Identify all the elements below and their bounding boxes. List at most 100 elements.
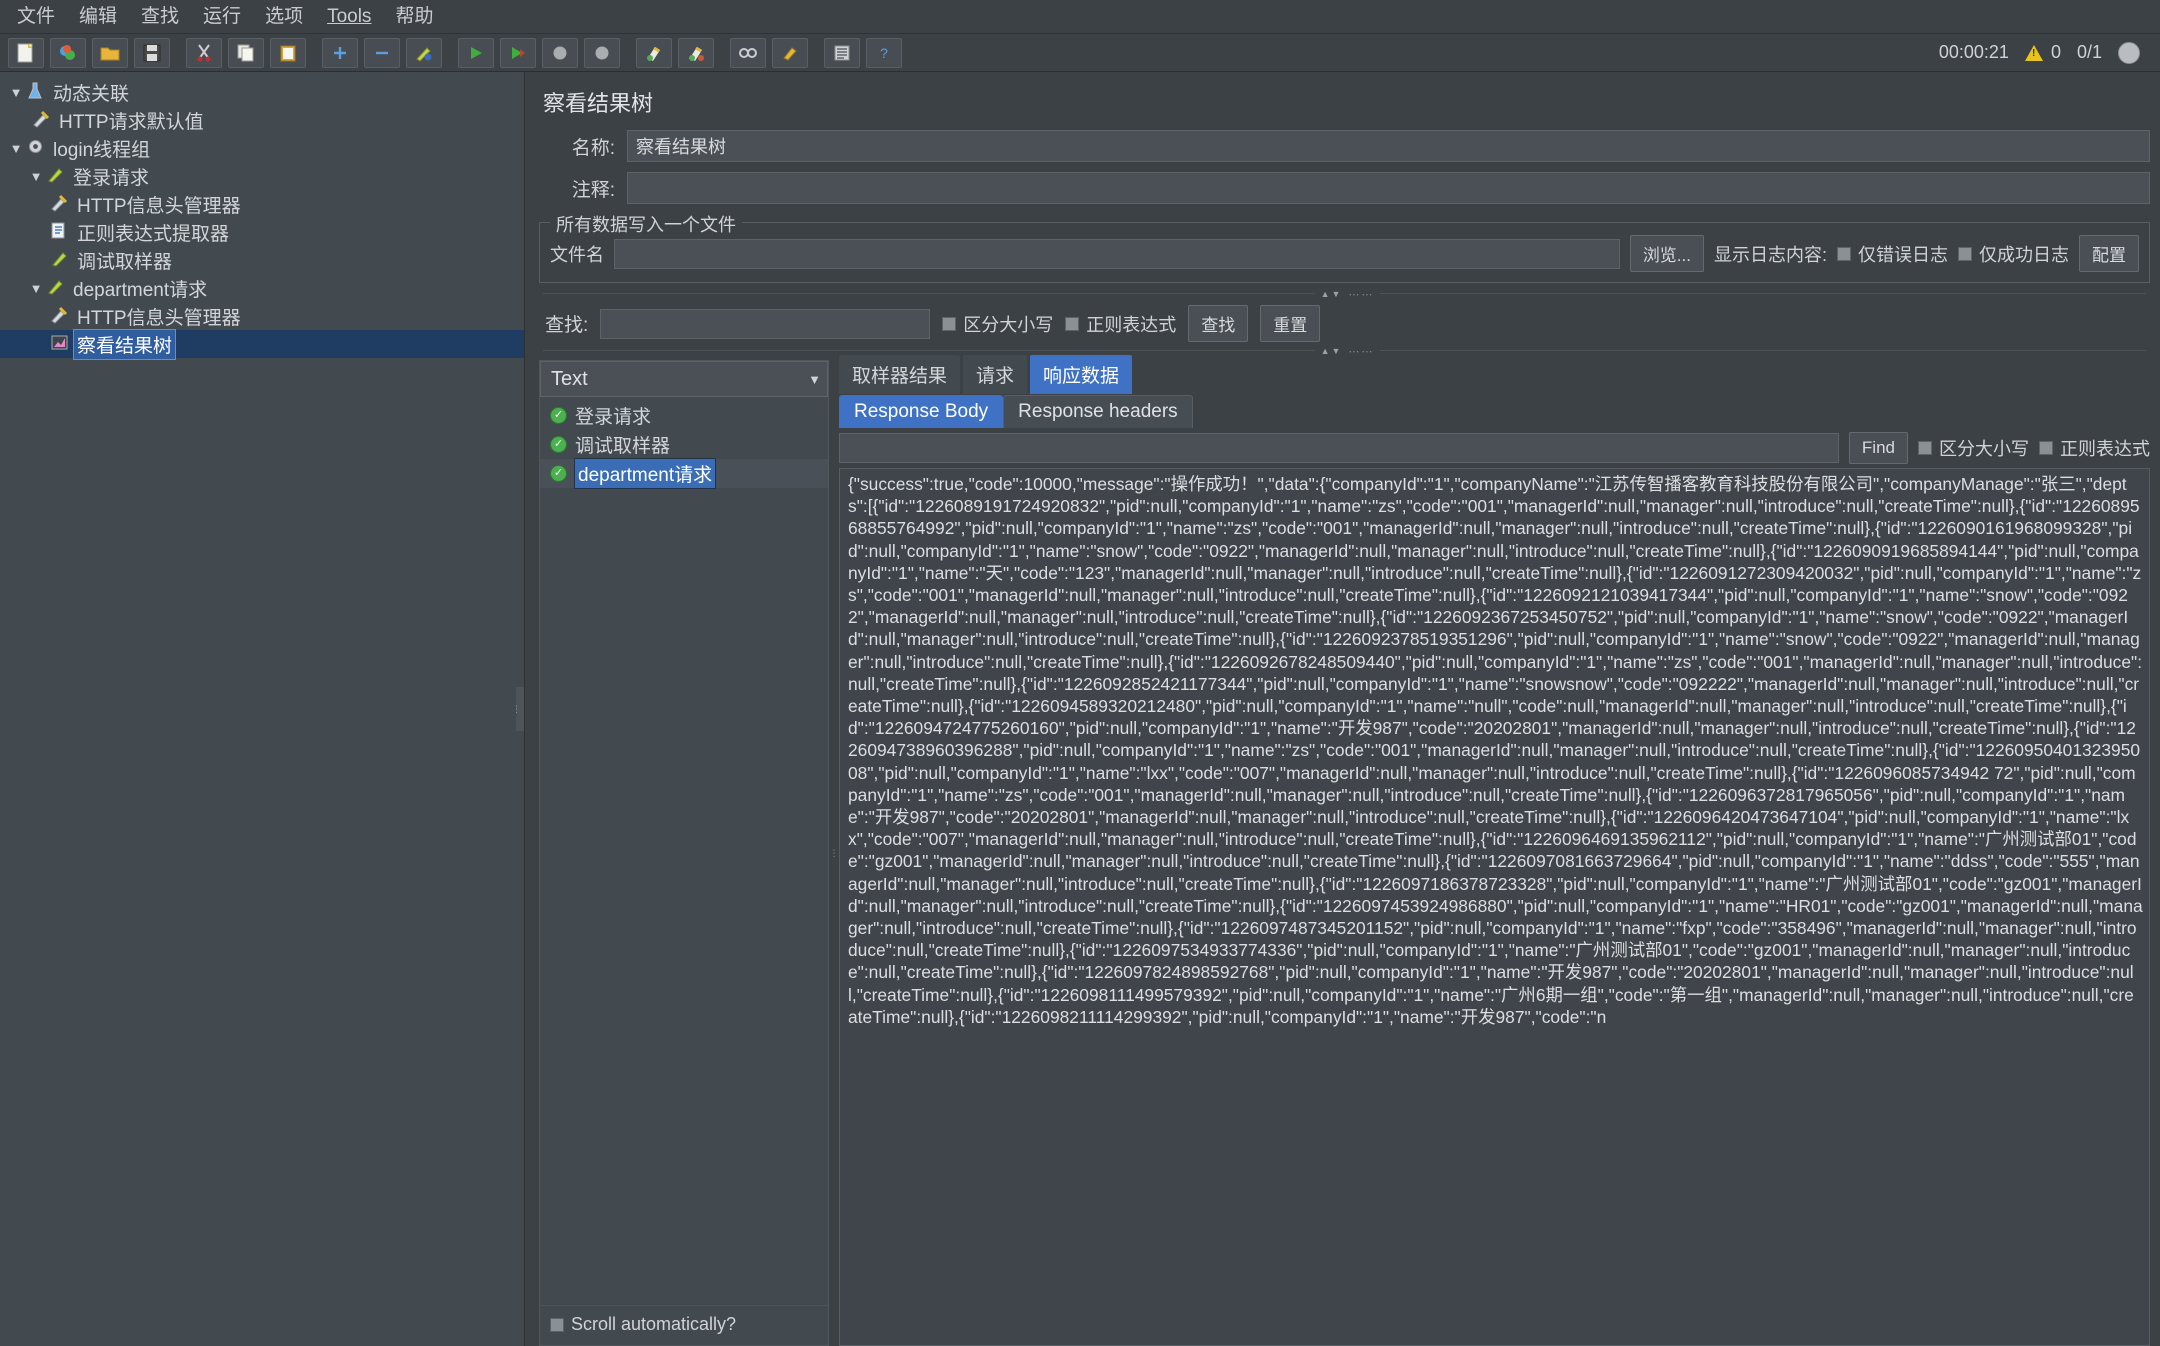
response-body-box[interactable]: {"success":true,"code":10000,"message":"… xyxy=(839,468,2150,1346)
tree-item-view-results-tree[interactable]: 察看结果树 xyxy=(0,328,524,360)
tree-split-handle[interactable]: ⋮⋮ xyxy=(512,687,524,731)
tree-item-header-manager-department[interactable]: HTTP信息头管理器 xyxy=(0,302,524,330)
success-icon: ✓ xyxy=(550,436,567,453)
tree-item-login-sampler[interactable]: ▼ 登录请求 xyxy=(0,162,524,190)
errors-only-checkbox[interactable]: 仅错误日志 xyxy=(1837,241,1948,267)
search-input[interactable] xyxy=(600,308,931,339)
list-item[interactable]: ✓ 调试取样器 xyxy=(540,430,828,459)
filename-input[interactable] xyxy=(614,238,1620,269)
scroll-automatically-checkbox[interactable]: Scroll automatically? xyxy=(550,1314,828,1335)
checkbox-box[interactable] xyxy=(942,316,957,331)
templates-icon[interactable] xyxy=(50,37,86,68)
menu-tools-label: Tools xyxy=(327,5,372,27)
chevron-down-icon[interactable]: ▼ xyxy=(808,372,821,387)
start-icon[interactable] xyxy=(458,37,494,68)
response-find-input[interactable] xyxy=(839,433,1839,463)
chevron-down-icon[interactable]: ▼ xyxy=(28,281,44,296)
collapse-all-icon[interactable] xyxy=(364,37,400,68)
filename-row: 文件名 浏览... 显示日志内容: 仅错误日志 仅成功日志 配置 xyxy=(550,235,2139,272)
toggle-icon[interactable] xyxy=(406,37,442,68)
tab-request[interactable]: 请求 xyxy=(963,355,1028,394)
menu-edit[interactable]: 编辑 xyxy=(68,3,128,31)
tree-item-header-manager-login[interactable]: HTTP信息头管理器 xyxy=(0,190,524,218)
groupbox-title: 所有数据写入一个文件 xyxy=(550,211,742,237)
shutdown-icon[interactable] xyxy=(584,37,620,68)
stop-icon[interactable] xyxy=(542,37,578,68)
active-threads-count: 0/1 xyxy=(2076,42,2102,62)
splitter-upper[interactable]: ▲▼ ⋯⋯ xyxy=(539,287,2150,301)
splitter-lower[interactable]: ▲▼ ⋯⋯ xyxy=(539,344,2150,358)
help-icon[interactable]: ? xyxy=(866,37,902,68)
checkbox-box[interactable] xyxy=(2039,441,2053,455)
chevron-down-icon[interactable]: ▼ xyxy=(8,85,24,100)
log-display-label: 显示日志内容: xyxy=(1713,244,1827,265)
menu-options[interactable]: 选项 xyxy=(254,3,314,31)
chevron-down-icon[interactable]: ▼ xyxy=(8,141,24,156)
tab-sampler-result[interactable]: 取样器结果 xyxy=(839,355,961,394)
scroll-automatically-label: Scroll automatically? xyxy=(571,1314,737,1334)
tree-item-regex-extractor[interactable]: 正则表达式提取器 xyxy=(0,218,524,246)
list-item[interactable]: ✓ department请求 xyxy=(540,458,828,489)
response-regex-checkbox[interactable]: 正则表达式 xyxy=(2039,435,2150,461)
chevron-down-icon[interactable]: ▼ xyxy=(28,169,44,184)
menu-file[interactable]: 文件 xyxy=(6,3,66,31)
subtab-response-body[interactable]: Response Body xyxy=(839,395,1004,428)
tree-item-http-request-defaults[interactable]: HTTP请求默认值 xyxy=(0,106,524,134)
subtab-response-headers[interactable]: Response headers xyxy=(1003,395,1193,428)
page-title: 察看结果树 xyxy=(543,91,654,116)
successes-only-checkbox[interactable]: 仅成功日志 xyxy=(1958,241,2069,267)
warning-icon xyxy=(2024,44,2043,61)
splitter-dots-icon: ⋯⋯ xyxy=(1342,344,1381,358)
menu-search[interactable]: 查找 xyxy=(130,3,190,31)
search-regex-checkbox[interactable]: 正则表达式 xyxy=(1065,311,1176,337)
warning-indicator[interactable]: 0 xyxy=(2024,42,2061,63)
checkbox-box[interactable] xyxy=(1837,246,1851,261)
tree-item-department-sampler[interactable]: ▼ department请求 xyxy=(0,274,524,302)
response-subtabs: Response Body Response headers xyxy=(839,394,2150,428)
checkbox-box[interactable] xyxy=(1918,441,1932,455)
menu-tools[interactable]: Tools xyxy=(316,3,382,31)
configure-button[interactable]: 配置 xyxy=(2079,235,2139,272)
menu-run[interactable]: 运行 xyxy=(192,3,252,31)
paste-icon[interactable] xyxy=(270,37,306,68)
checkbox-box[interactable] xyxy=(1065,316,1080,331)
new-icon[interactable] xyxy=(8,37,44,68)
test-plan-tree[interactable]: ▼ 动态关联 HTTP请求默认值 ▼ login线程组 ▼ 登录请求 HTTP信… xyxy=(0,72,525,1346)
search-find-button[interactable]: 查找 xyxy=(1188,305,1249,342)
search-icon[interactable] xyxy=(730,37,766,68)
renderer-select[interactable]: Text ▼ xyxy=(540,361,828,397)
results-split-handle[interactable]: ⋮ xyxy=(829,360,839,1346)
search-regex-label: 正则表达式 xyxy=(1086,314,1177,335)
response-find-button[interactable]: Find xyxy=(1848,432,1908,464)
sample-result-list[interactable]: ✓ 登录请求 ✓ 调试取样器 ✓ department请求 xyxy=(540,397,828,1305)
search-reset-button[interactable]: 重置 xyxy=(1260,305,1321,342)
menu-help[interactable]: 帮助 xyxy=(384,3,444,31)
save-icon[interactable] xyxy=(134,37,170,68)
list-item[interactable]: ✓ 登录请求 xyxy=(540,401,828,430)
open-icon[interactable] xyxy=(92,37,128,68)
checkbox-box[interactable] xyxy=(550,1317,564,1332)
remote-engine-icon[interactable] xyxy=(2118,41,2140,64)
browse-button[interactable]: 浏览... xyxy=(1629,235,1704,272)
checkbox-box[interactable] xyxy=(1958,246,1972,261)
name-field-row: 名称: xyxy=(539,130,2150,162)
response-case-sensitive-checkbox[interactable]: 区分大小写 xyxy=(1918,435,2029,461)
comment-label: 注释: xyxy=(571,179,615,201)
copy-icon[interactable] xyxy=(228,37,264,68)
search-case-sensitive-checkbox[interactable]: 区分大小写 xyxy=(942,311,1053,337)
tree-item-thread-group[interactable]: ▼ login线程组 xyxy=(0,134,524,162)
tab-response-data[interactable]: 响应数据 xyxy=(1030,355,1133,394)
tree-item-test-plan[interactable]: ▼ 动态关联 xyxy=(0,78,524,106)
start-no-pauses-icon[interactable] xyxy=(500,37,536,68)
clear-icon[interactable] xyxy=(636,37,672,68)
tree-item-debug-sampler[interactable]: 调试取样器 xyxy=(0,246,524,274)
result-detail-panel: 取样器结果 请求 响应数据 Response Body Response hea… xyxy=(839,355,2150,1346)
expand-all-icon[interactable] xyxy=(322,37,358,68)
name-input[interactable] xyxy=(627,130,2150,162)
comment-input[interactable] xyxy=(627,172,2150,204)
reset-search-icon[interactable] xyxy=(772,37,808,68)
clear-all-icon[interactable] xyxy=(678,37,714,68)
cut-icon[interactable] xyxy=(186,37,222,68)
config-element-icon xyxy=(30,110,52,131)
function-helper-icon[interactable] xyxy=(824,37,860,68)
